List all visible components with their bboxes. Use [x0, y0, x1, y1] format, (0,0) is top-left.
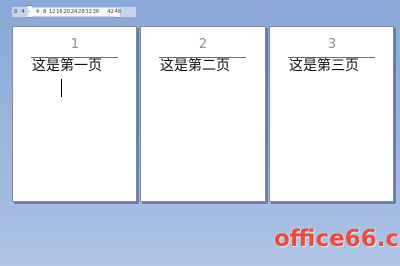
page-header-number: 1: [70, 37, 80, 52]
text-cursor: [61, 79, 62, 97]
page-body-text[interactable]: 这是第三页: [289, 58, 359, 75]
page-1[interactable]: 1 这是第一页: [12, 26, 137, 202]
page-3[interactable]: 3 这是第三页: [269, 26, 394, 202]
document-workspace: 8 4 4 8 12 16 20 24 28 32 36 42 48 1 这是第…: [0, 0, 400, 266]
horizontal-ruler[interactable]: 8 4 4 8 12 16 20 24 28 32 36 42 48: [0, 0, 400, 18]
page-header-number: 2: [198, 37, 208, 52]
page-body-text[interactable]: 这是第二页: [160, 58, 230, 75]
page-body-text[interactable]: 这是第一页: [32, 58, 102, 75]
page-2[interactable]: 2 这是第二页: [140, 26, 266, 202]
ruler-right-margin: [120, 7, 136, 17]
site-watermark: office66.cn: [274, 226, 400, 252]
page-header-number: 3: [327, 37, 337, 52]
